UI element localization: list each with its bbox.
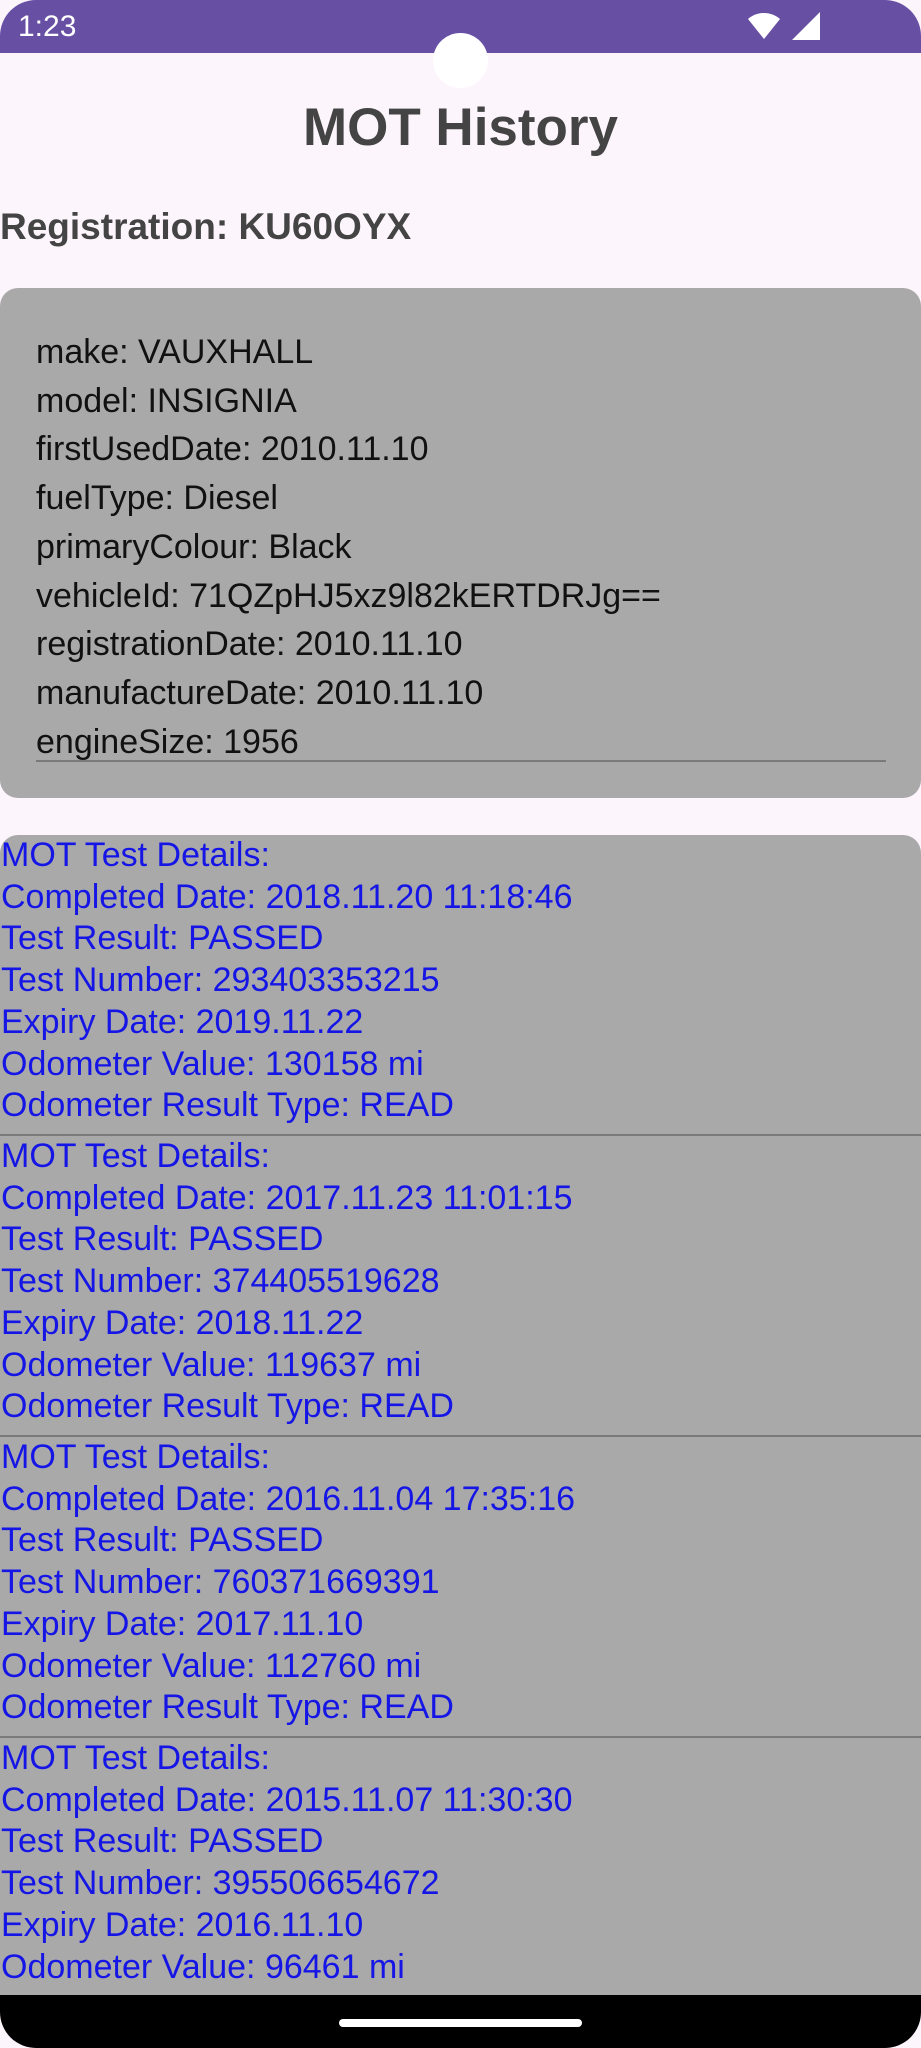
mot-test-item[interactable]: MOT Test Details: Completed Date: 2017.1… [0, 1136, 921, 1437]
vehicle-id: vehicleId: 71QZpHJ5xz9l82kERTDRJg== [36, 576, 661, 615]
mot-odometer-value: Odometer Value: 96461 mi [1, 1947, 405, 1986]
vehicle-primary-colour: primaryColour: Black [36, 527, 352, 566]
mot-test-item[interactable]: MOT Test Details: Completed Date: 2015.1… [0, 1738, 921, 1995]
mot-odometer-result-type: Odometer Result Type: READ [1, 1688, 454, 1727]
navigation-bar [0, 1995, 921, 2048]
vehicle-model: model: INSIGNIA [36, 381, 297, 420]
mot-odometer-value: Odometer Value: 112760 mi [1, 1646, 422, 1685]
mot-test-heading: MOT Test Details: [1, 1438, 270, 1476]
vehicle-registration-date: registrationDate: 2010.11.10 [36, 625, 463, 664]
wifi-icon [748, 13, 780, 39]
mot-expiry-date: Expiry Date: 2016.11.10 [1, 1905, 364, 1944]
mot-odometer-result-type: Odometer Result Type: READ [1, 1086, 454, 1125]
divider [36, 760, 886, 762]
mot-test-heading: MOT Test Details: [1, 1137, 270, 1175]
mot-expiry-date: Expiry Date: 2019.11.22 [1, 1002, 364, 1041]
vehicle-first-used-date: firstUsedDate: 2010.11.10 [36, 430, 429, 469]
mot-test-heading: MOT Test Details: [1, 836, 270, 874]
mot-completed-date: Completed Date: 2018.11.20 11:18:46 [1, 877, 573, 916]
mot-test-result: Test Result: PASSED [1, 1521, 324, 1560]
status-time: 1:23 [18, 10, 77, 43]
mot-completed-date: Completed Date: 2017.11.23 11:01:15 [1, 1178, 573, 1217]
home-gesture-handle[interactable] [339, 2019, 582, 2027]
vehicle-manufacture-date: manufactureDate: 2010.11.10 [36, 673, 484, 712]
mot-expiry-date: Expiry Date: 2018.11.22 [1, 1303, 364, 1342]
camera-cutout [433, 33, 488, 88]
vehicle-make: make: VAUXHALL [36, 333, 314, 371]
signal-icon [792, 12, 820, 40]
vehicle-details-card: make: VAUXHALL model: INSIGNIA firstUsed… [0, 288, 921, 798]
mot-test-number: Test Number: 374405519628 [1, 1262, 440, 1301]
registration-label: Registration: KU60OYX [0, 206, 412, 247]
mot-test-number: Test Number: 395506654672 [1, 1864, 440, 1903]
vehicle-details-list: make: VAUXHALL model: INSIGNIA firstUsed… [36, 328, 886, 766]
mot-test-item[interactable]: MOT Test Details: Completed Date: 2016.1… [0, 1437, 921, 1738]
mot-completed-date: Completed Date: 2016.11.04 17:35:16 [1, 1479, 576, 1518]
page-title: MOT History [302, 98, 619, 157]
mot-test-result: Test Result: PASSED [1, 1822, 324, 1861]
mot-odometer-value: Odometer Value: 130158 mi [1, 1044, 424, 1083]
mot-test-number: Test Number: 293403353215 [1, 961, 440, 1000]
mot-test-result: Test Result: PASSED [1, 1220, 324, 1259]
mot-test-number: Test Number: 760371669391 [1, 1563, 440, 1602]
mot-test-result: Test Result: PASSED [1, 919, 324, 958]
vehicle-fuel-type: fuelType: Diesel [36, 479, 278, 518]
status-icons [747, 11, 827, 41]
mot-test-item[interactable]: MOT Test Details: Completed Date: 2018.1… [0, 835, 921, 1136]
mot-odometer-value: Odometer Value: 119637 mi [1, 1345, 422, 1384]
mot-completed-date: Completed Date: 2015.11.07 11:30:30 [1, 1780, 573, 1819]
mot-expiry-date: Expiry Date: 2017.11.10 [1, 1604, 364, 1643]
mot-tests-list[interactable]: MOT Test Details: Completed Date: 2018.1… [0, 835, 921, 1995]
mot-odometer-result-type: Odometer Result Type: READ [1, 1387, 454, 1426]
mot-test-heading: MOT Test Details: [1, 1739, 270, 1777]
